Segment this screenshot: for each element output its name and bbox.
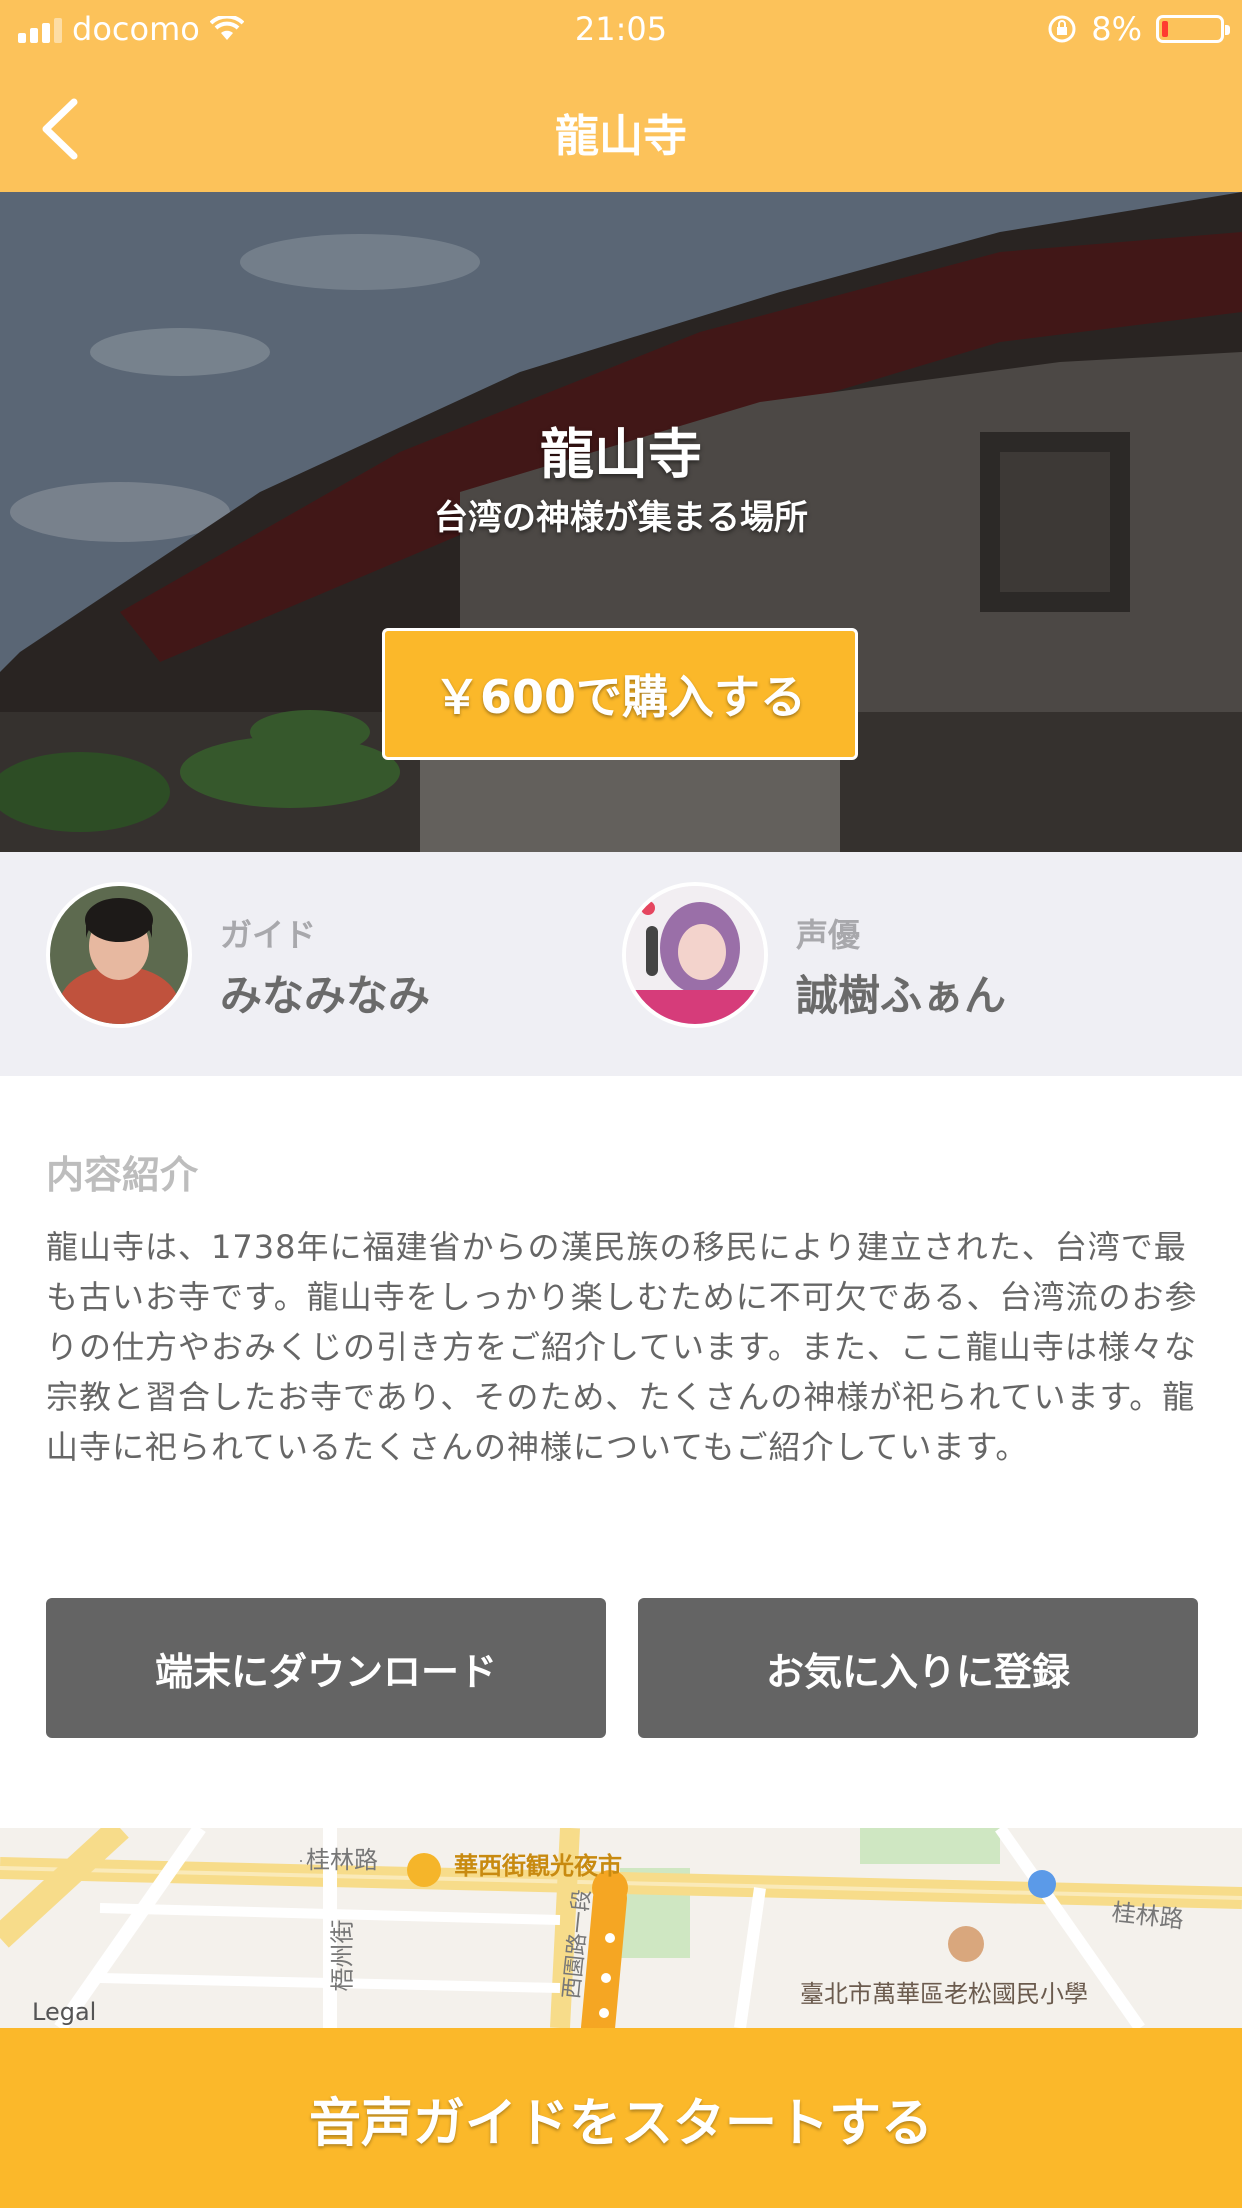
- guide-avatar: [46, 882, 192, 1028]
- map-label-keilin-road: 桂林路: [306, 1846, 378, 1874]
- page-title: 龍山寺: [555, 111, 687, 162]
- voice-actor-role: 声優: [796, 916, 861, 954]
- status-right: 8%: [1047, 10, 1230, 48]
- voice-actor-avatar: [622, 882, 768, 1028]
- map-view[interactable]: 桂林路 華西街観光夜市 桂林路 梧州街 西園路一段 臺北市萬華區老松國民小學 L…: [0, 1828, 1242, 2028]
- voice-actor-card[interactable]: 声優 誠樹ふぁん: [622, 882, 1182, 1032]
- nav-bar: 龍山寺: [0, 64, 1242, 192]
- battery-icon: [1156, 15, 1230, 43]
- map-label-school: 臺北市萬華區老松國民小學: [800, 1980, 1088, 2008]
- hero-image: 龍山寺 台湾の神様が集まる場所 ￥600で購入する: [0, 192, 1242, 852]
- start-audio-guide-button[interactable]: 音声ガイドをスタートする: [0, 2028, 1242, 2208]
- content-description: 龍山寺は、1738年に福建省からの漢民族の移民により建立された、台湾で最も古いお…: [46, 1228, 1198, 1466]
- battery-percent: 8%: [1091, 10, 1142, 48]
- buy-button[interactable]: ￥600で購入する: [382, 628, 858, 760]
- rotation-lock-icon: [1048, 15, 1076, 43]
- guide-card[interactable]: ガイド みなみなみ: [46, 882, 566, 1032]
- map-label-night-market: 華西街観光夜市: [454, 1852, 622, 1880]
- voice-actor-name: 誠樹ふぁん: [796, 971, 1007, 1020]
- guide-name: みなみなみ: [220, 971, 431, 1020]
- map-label-wuzhou-street: 梧州街: [328, 1919, 357, 1992]
- people-section: ガイド みなみなみ 声優 誠樹ふぁん: [0, 852, 1242, 1076]
- content-heading: 内容紹介: [46, 1153, 199, 1197]
- hero-title: 龍山寺: [540, 423, 702, 486]
- favorite-button[interactable]: お気に入りに登録: [638, 1598, 1198, 1738]
- map-label-keilin-road-2: 桂林路: [1110, 1898, 1186, 1934]
- guide-role: ガイド: [220, 916, 317, 954]
- map-legal-link[interactable]: Legal: [32, 1998, 96, 2026]
- status-bar: docomo 21:05 8%: [0, 0, 1242, 64]
- hero-subtitle: 台湾の神様が集まる場所: [434, 498, 808, 538]
- download-button[interactable]: 端末にダウンロード: [46, 1598, 606, 1738]
